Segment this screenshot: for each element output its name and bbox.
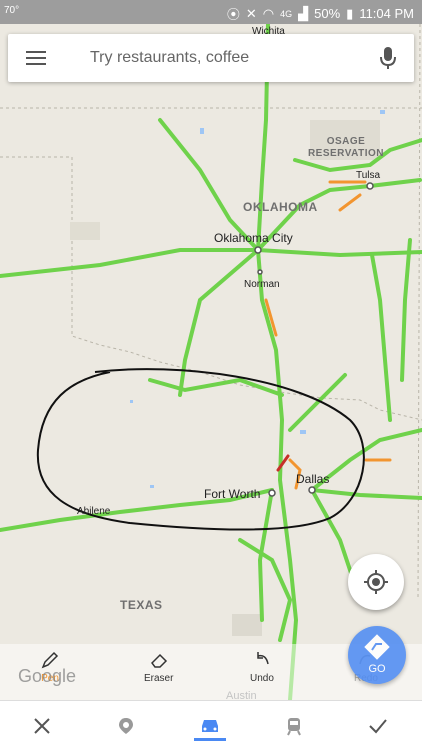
network-text: 4G: [280, 8, 293, 19]
my-location-button[interactable]: [348, 554, 404, 610]
tab-more[interactable]: [336, 701, 420, 751]
check-icon: [369, 719, 387, 734]
close-button[interactable]: [0, 701, 84, 751]
oklahoma-city-label: Oklahoma City: [214, 231, 293, 245]
close-icon: [34, 718, 50, 734]
clock-text: 11:04 PM: [359, 6, 414, 21]
bottom-nav: [0, 700, 422, 751]
signal-icon: ▟: [298, 5, 309, 21]
tab-transit[interactable]: [252, 701, 336, 751]
mute-icon: ✕: [245, 5, 257, 21]
dallas-label: Dallas: [296, 472, 330, 486]
oklahoma-label: OKLAHOMA: [243, 200, 318, 214]
undo-icon: [257, 652, 269, 665]
status-bar: 70° ⦿ ✕ ◠ 4G ▟ 50% ▮ 11:04 PM: [0, 0, 422, 24]
temperature-text: 70°: [4, 5, 20, 16]
tab-places[interactable]: [84, 701, 168, 751]
go-label: GO: [368, 663, 386, 675]
eraser-tool[interactable]: Eraser: [144, 650, 173, 684]
directions-icon: [364, 634, 390, 660]
menu-icon[interactable]: [26, 48, 46, 68]
abilene-label: Abilene: [77, 506, 111, 517]
search-input[interactable]: Try restaurants, coffee: [90, 49, 249, 67]
search-bar[interactable]: Try restaurants, coffee: [8, 34, 414, 82]
undo-label: Undo: [250, 673, 274, 684]
places-icon: [119, 718, 133, 734]
eraser-label: Eraser: [144, 673, 174, 684]
tab-drive[interactable]: [168, 701, 252, 751]
fort-worth-label: Fort Worth: [204, 487, 261, 501]
go-button[interactable]: GO: [348, 626, 406, 684]
osage-label: OSAGE RESERVATION: [307, 136, 385, 159]
texas-label: TEXAS: [120, 598, 163, 612]
norman-label: Norman: [244, 279, 280, 290]
google-watermark: Google: [18, 666, 77, 686]
battery-icon: ▮: [346, 5, 354, 21]
microphone-icon[interactable]: [378, 46, 398, 70]
wifi-icon: ◠: [262, 5, 275, 21]
tulsa-label: Tulsa: [356, 170, 381, 181]
train-icon: [287, 718, 301, 736]
eraser-icon: [150, 653, 167, 668]
undo-tool[interactable]: Undo: [250, 650, 274, 684]
battery-text: 50%: [314, 6, 341, 21]
crosshair-icon: [364, 570, 388, 594]
car-icon: [202, 720, 218, 732]
status-icons: ⦿ ✕ ◠ 4G ▟ 50% ▮ 11:04 PM: [227, 4, 414, 23]
location-icon: ⦿: [226, 7, 240, 22]
